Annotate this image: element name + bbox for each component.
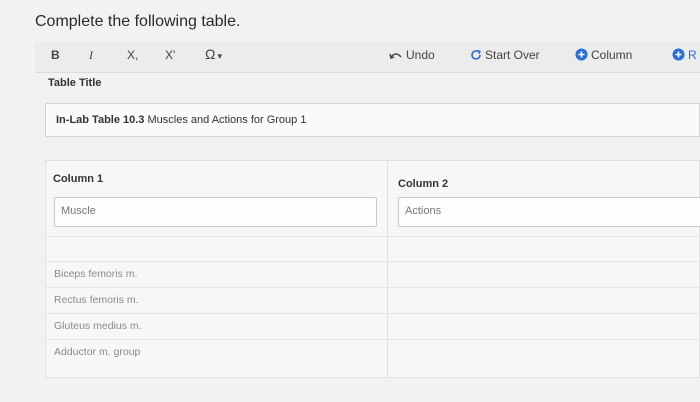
row-2-col-2-cell[interactable]: [388, 288, 699, 312]
table-title-input[interactable]: In-Lab Table 10.3 Muscles and Actions fo…: [45, 103, 700, 137]
row-4-col-2-cell[interactable]: [388, 340, 699, 364]
start-over-label: Start Over: [485, 48, 540, 62]
row-3-col-2-cell[interactable]: [388, 314, 699, 338]
table-row: Biceps femoris m.: [46, 262, 386, 286]
row-divider: [46, 236, 699, 237]
italic-button[interactable]: I: [89, 48, 93, 63]
column-1-header: Column 1: [53, 173, 104, 185]
table-title-text: In-Lab Table 10.3 Muscles and Actions fo…: [56, 114, 306, 126]
column-1-name-input[interactable]: Muscle: [54, 197, 377, 227]
page-heading: Complete the following table.: [35, 13, 241, 30]
undo-button[interactable]: Undo: [389, 48, 435, 62]
superscript-button[interactable]: X': [165, 48, 175, 62]
column-2-name-input[interactable]: Actions: [398, 197, 700, 227]
table-row: Gluteus medius m.: [46, 314, 386, 338]
add-row-button[interactable]: R: [672, 48, 697, 62]
refresh-icon: [471, 49, 481, 60]
undo-icon: [389, 53, 402, 59]
omega-icon: Ω: [205, 46, 216, 62]
bold-button[interactable]: B: [51, 48, 60, 62]
row-1-col-2-cell[interactable]: [388, 262, 699, 286]
data-table: Column 1 Column 2 Muscle Actions Biceps …: [45, 160, 700, 378]
table-title-label: Table Title: [48, 77, 102, 89]
column-label: Column: [591, 48, 633, 62]
plus-circle-icon: [672, 48, 685, 61]
plus-circle-icon: [575, 48, 588, 61]
row-1-col-1-cell[interactable]: Biceps femoris m.: [54, 268, 137, 280]
table-row: Adductor m. group: [46, 340, 386, 364]
add-row-label: R: [688, 48, 697, 62]
row-3-col-1-cell[interactable]: Gluteus medius m.: [54, 320, 142, 332]
table-title-rest: Muscles and Actions for Group 1: [144, 114, 307, 126]
column-2-header: Column 2: [398, 178, 449, 190]
row-2-col-1-cell[interactable]: Rectus femoris m.: [54, 294, 139, 306]
table-number: In-Lab Table 10.3: [56, 114, 145, 126]
subscript-button[interactable]: X,: [127, 48, 138, 62]
row-4-col-1-cell[interactable]: Adductor m. group: [54, 346, 140, 358]
editor-toolbar: B I X, X' Ω ▾ Undo Start Over Column R: [35, 42, 700, 73]
chevron-down-icon: ▾: [217, 51, 222, 61]
start-over-button[interactable]: Start Over: [470, 48, 540, 62]
table-row: Rectus femoris m.: [46, 288, 386, 312]
undo-label: Undo: [406, 48, 435, 62]
special-character-button[interactable]: Ω ▾: [205, 46, 222, 62]
add-column-button[interactable]: Column: [575, 48, 632, 62]
